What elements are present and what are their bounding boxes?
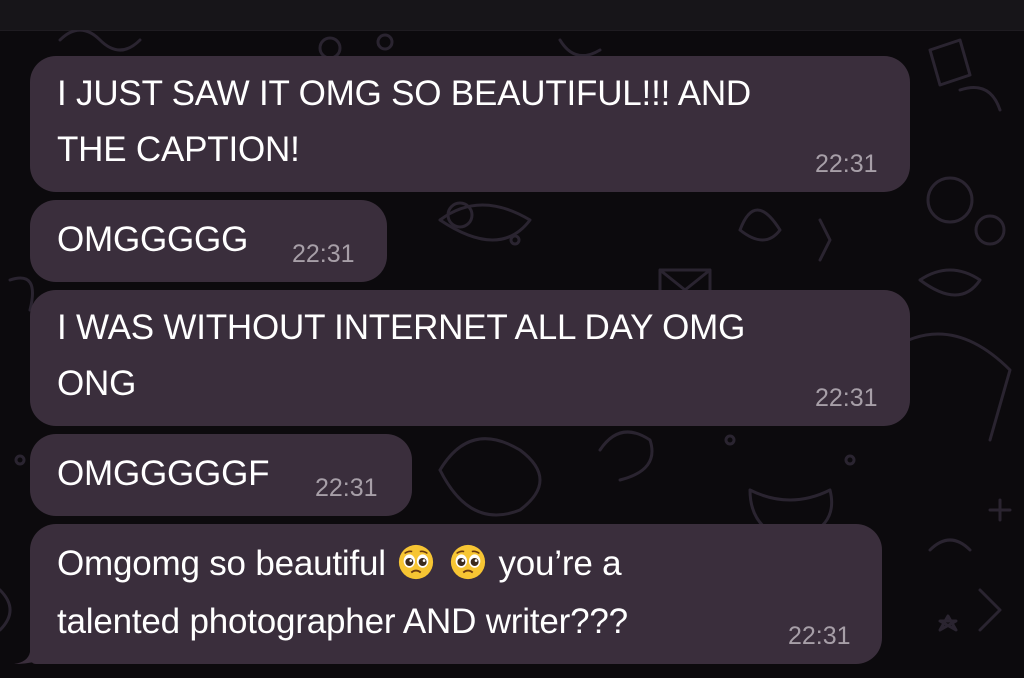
message-bubble[interactable]: I JUST SAW IT OMG SO BEAUTIFUL!!! AND TH…	[30, 56, 910, 192]
message-text: OMGGGGGF	[57, 454, 270, 493]
message-text: Omgomg so beautiful you’re a	[57, 540, 622, 588]
message-text: I WAS WITHOUT INTERNET ALL DAY OMG	[57, 308, 746, 347]
message-text: ONG	[57, 364, 137, 403]
message-bubble[interactable]: OMGGGGG 22:31	[30, 200, 387, 282]
message-text-part: you’re a	[498, 544, 622, 583]
message-timestamp: 22:31	[788, 622, 851, 650]
pleading-face-icon	[450, 544, 486, 580]
pleading-face-icon	[399, 544, 434, 580]
chat-top-bar	[0, 0, 1024, 31]
message-text-part: Omgomg so beautiful	[57, 544, 386, 583]
message-text: OMGGGGG	[57, 220, 249, 259]
message-timestamp: 22:31	[292, 240, 355, 268]
message-text: I JUST SAW IT OMG SO BEAUTIFUL!!! AND	[57, 74, 752, 113]
message-timestamp: 22:31	[815, 150, 878, 178]
message-bubble[interactable]: OMGGGGGF 22:31	[30, 434, 412, 516]
message-text: talented photographer AND writer???	[57, 602, 628, 641]
message-timestamp: 22:31	[315, 474, 378, 502]
message-timestamp: 22:31	[815, 384, 878, 412]
message-bubble[interactable]: I WAS WITHOUT INTERNET ALL DAY OMG ONG 2…	[30, 290, 910, 426]
message-bubble[interactable]: Omgomg so beautiful you’re a talented ph…	[30, 524, 882, 664]
message-text: THE CAPTION!	[57, 130, 300, 169]
